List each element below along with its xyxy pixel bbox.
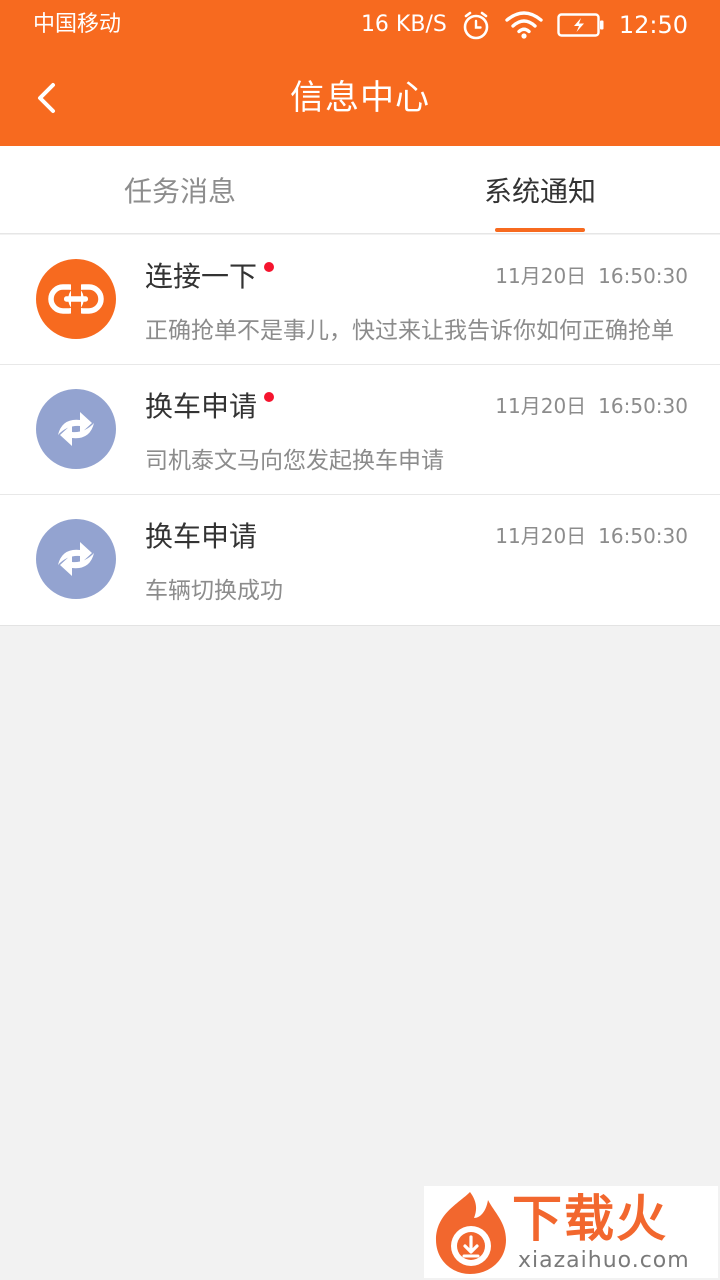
status-time: 12:50: [618, 11, 688, 39]
message-date: 11月20日: [495, 524, 587, 548]
swap-icon: [58, 412, 94, 446]
message-list: 连接一下 11月20日 16:50:30 正确抢单不是事儿，快过来让我告诉你如何正…: [0, 235, 720, 626]
message-title: 换车申请: [145, 390, 258, 423]
list-item[interactable]: 换车申请 11月20日 16:50:30 车辆切换成功: [0, 495, 720, 626]
message-preview: 正确抢单不是事儿，快过来让我告诉你如何正确抢单: [145, 318, 674, 344]
battery-charging-icon: [557, 13, 604, 37]
message-avatar: [36, 519, 116, 599]
watermark-brand: 下载火: [512, 1190, 668, 1248]
swap-icon: [58, 542, 94, 576]
message-time: 11月20日 16:50:30: [495, 261, 688, 291]
watermark-url: xiazaihuo.com: [518, 1248, 690, 1273]
tab-system-notifications[interactable]: 系统通知: [360, 146, 720, 234]
header: 中国移动 16 KB/S 12:50 信息中心: [0, 0, 720, 146]
tab-task-messages[interactable]: 任务消息: [0, 146, 360, 234]
alarm-clock-icon: [463, 11, 489, 40]
message-time: 11月20日 16:50:30: [495, 391, 688, 421]
tab-bar: 任务消息 系统通知: [0, 146, 720, 234]
list-item[interactable]: 换车申请 11月20日 16:50:30 司机泰文马向您发起换车申请: [0, 365, 720, 495]
title-bar: 信息中心: [0, 50, 720, 146]
flame-logo-icon: [436, 1192, 506, 1274]
message-title: 连接一下: [145, 260, 258, 293]
status-bar: 中国移动 16 KB/S 12:50: [0, 0, 720, 50]
wifi-icon: [505, 11, 543, 39]
status-icons: 16 KB/S 12:50: [361, 8, 688, 42]
active-tab-indicator: [495, 228, 585, 232]
message-clock: 16:50:30: [598, 524, 688, 548]
list-item[interactable]: 连接一下 11月20日 16:50:30 正确抢单不是事儿，快过来让我告诉你如何正…: [0, 235, 720, 365]
message-title: 换车申请: [145, 520, 258, 553]
link-icon: [48, 283, 104, 315]
message-avatar: [36, 259, 116, 339]
watermark: 下载火 xiazaihuo.com: [424, 1186, 718, 1278]
unread-dot: [264, 262, 274, 272]
unread-dot: [264, 392, 274, 402]
app-screen: 中国移动 16 KB/S 12:50 信息中心 任务消息 系统通知 连接一下 1…: [0, 0, 720, 1280]
network-speed: 16 KB/S: [360, 12, 447, 37]
message-clock: 16:50:30: [598, 394, 688, 418]
carrier-name: 中国移动: [33, 12, 122, 37]
message-preview: 车辆切换成功: [145, 578, 283, 604]
message-date: 11月20日: [495, 264, 587, 288]
message-time: 11月20日 16:50:30: [495, 521, 688, 551]
message-date: 11月20日: [495, 394, 587, 418]
message-preview: 司机泰文马向您发起换车申请: [145, 448, 444, 474]
page-title: 信息中心: [290, 78, 430, 118]
message-clock: 16:50:30: [598, 264, 688, 288]
message-avatar: [36, 389, 116, 469]
